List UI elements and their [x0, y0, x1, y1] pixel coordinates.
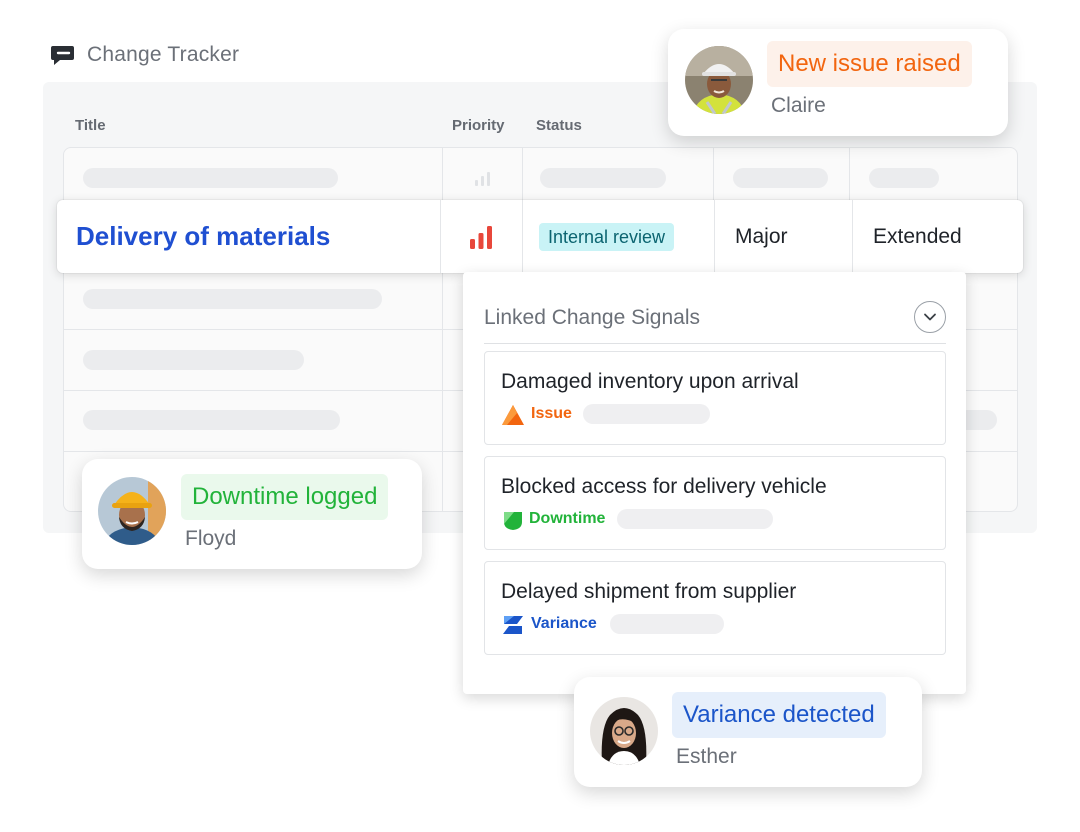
column-header-priority[interactable]: Priority — [452, 117, 505, 134]
placeholder-bar — [583, 404, 710, 424]
notification-card-esther[interactable]: Variance detected Esther — [574, 677, 922, 787]
issue-icon — [502, 405, 524, 425]
placeholder-bar — [610, 614, 724, 634]
priority-placeholder-icon — [475, 172, 490, 186]
placeholder-bar — [83, 410, 340, 430]
status-badge: Downtime logged — [181, 474, 389, 520]
signal-title: Delayed shipment from supplier — [501, 580, 797, 603]
notification-card-claire[interactable]: New issue raised Claire — [668, 29, 1008, 136]
impact-value[interactable]: Major — [735, 225, 788, 249]
downtime-icon — [504, 512, 522, 530]
status-badge: Variance detected — [672, 692, 886, 738]
chevron-down-icon — [924, 313, 936, 321]
row-title-link[interactable]: Delivery of materials — [76, 221, 330, 252]
avatar — [685, 46, 753, 114]
avatar — [98, 477, 166, 545]
placeholder-bar — [617, 509, 773, 529]
app-title: Change Tracker — [87, 43, 240, 66]
priority-high-icon[interactable] — [469, 224, 493, 250]
user-name: Esther — [676, 745, 737, 768]
user-name: Floyd — [185, 527, 237, 550]
signal-type-label: Variance — [531, 615, 597, 632]
column-header-title[interactable]: Title — [75, 117, 106, 134]
placeholder-bar — [869, 168, 939, 188]
placeholder-bar — [83, 289, 382, 309]
signal-title: Blocked access for delivery vehicle — [501, 475, 827, 498]
signal-card[interactable]: Damaged inventory upon arrival Issue — [484, 351, 946, 445]
divider — [484, 343, 946, 344]
table-row-selected[interactable]: Delivery of materials Internal review Ma… — [57, 200, 1023, 273]
signal-card[interactable]: Delayed shipment from supplier Variance — [484, 561, 946, 655]
collapse-toggle-button[interactable] — [914, 301, 946, 333]
panel-heading: Linked Change Signals — [484, 306, 700, 329]
signal-type-label: Downtime — [529, 510, 606, 527]
schedule-value[interactable]: Extended — [873, 225, 962, 249]
signal-card[interactable]: Blocked access for delivery vehicle Down… — [484, 456, 946, 550]
placeholder-bar — [83, 168, 338, 188]
placeholder-bar — [83, 350, 304, 370]
placeholder-bar — [733, 168, 828, 188]
status-badge: New issue raised — [767, 41, 972, 87]
placeholder-bar — [540, 168, 666, 188]
signal-type-label: Issue — [531, 405, 572, 422]
column-header-status[interactable]: Status — [536, 117, 582, 134]
tracker-logo-icon — [51, 46, 74, 65]
notification-card-floyd[interactable]: Downtime logged Floyd — [82, 459, 422, 569]
signal-title: Damaged inventory upon arrival — [501, 370, 799, 393]
variance-icon — [503, 616, 523, 634]
status-badge[interactable]: Internal review — [539, 223, 675, 251]
user-name: Claire — [771, 94, 826, 117]
linked-signals-panel: Linked Change Signals Damaged inventory … — [463, 272, 966, 694]
avatar — [590, 697, 658, 765]
